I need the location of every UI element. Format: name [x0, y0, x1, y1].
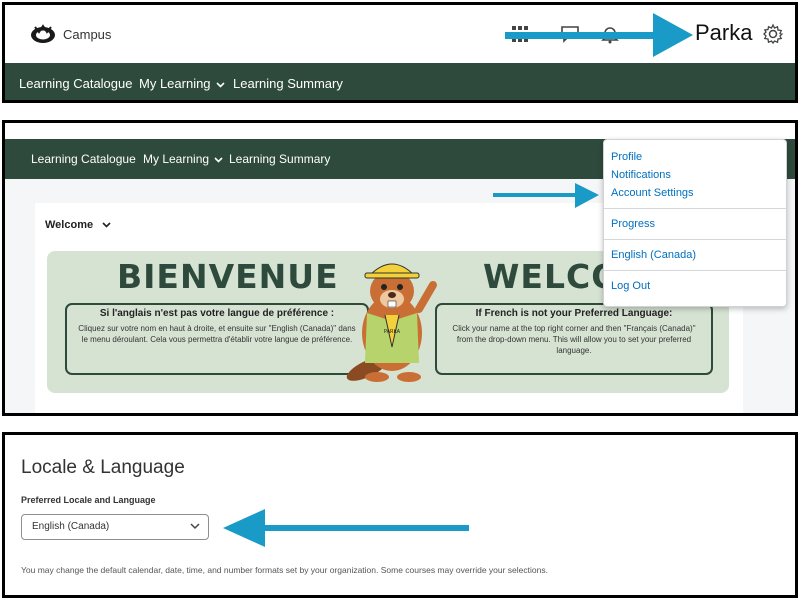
nav-my-learning-label: My Learning — [143, 152, 210, 166]
beaver-mascot-icon: PARKA — [346, 263, 437, 382]
french-message-box: Si l'anglais n'est pas votre langue de p… — [65, 303, 369, 375]
nav-learning-catalogue[interactable]: Learning Catalogue — [31, 152, 136, 166]
user-dropdown-menu: Profile Notifications Account Settings P… — [603, 139, 787, 307]
menu-item-account-settings[interactable]: Account Settings — [611, 187, 694, 199]
menu-divider — [604, 270, 786, 271]
menu-divider — [604, 239, 786, 240]
chevron-down-icon — [215, 81, 225, 88]
nav-learning-summary[interactable]: Learning Summary — [233, 76, 343, 91]
panel-user-menu: Learning Catalogue My Learning Learning … — [2, 120, 798, 416]
gear-icon[interactable] — [762, 23, 784, 45]
nav-my-learning[interactable]: My Learning — [143, 152, 223, 166]
nav-my-learning-label: My Learning — [139, 76, 211, 91]
user-name-button[interactable]: Parka — [695, 20, 752, 46]
pointer-arrow-icon — [493, 183, 599, 208]
english-message-body: Click your name at the top right corner … — [452, 324, 696, 355]
main-nav-bar: Learning Catalogue My Learning Learning … — [5, 63, 795, 100]
locale-field-label: Preferred Locale and Language — [21, 495, 156, 505]
welcome-selector-label: Welcome — [45, 219, 94, 231]
french-message-heading: Si l'anglais n'est pas votre langue de p… — [99, 308, 335, 319]
chevron-down-icon — [190, 523, 200, 530]
banner-title-en: WELCO — [483, 257, 621, 296]
french-message-body: Cliquez sur votre nom en haut à droite, … — [78, 324, 356, 344]
pointer-arrow-icon — [505, 13, 693, 57]
menu-item-progress[interactable]: Progress — [611, 218, 655, 230]
menu-divider — [604, 208, 786, 209]
english-message-box: If French is not your Preferred Language… — [435, 303, 713, 375]
chevron-down-icon — [214, 157, 223, 163]
nav-learning-catalogue[interactable]: Learning Catalogue — [19, 76, 132, 91]
banner-title-fr: BIENVENUE — [117, 257, 339, 296]
campus-logo-icon[interactable] — [29, 23, 57, 45]
header-bar: Campus Parka — [5, 5, 795, 61]
page-title: Locale & Language — [21, 457, 185, 478]
english-message-heading: If French is not your Preferred Language… — [475, 308, 673, 319]
nav-learning-summary[interactable]: Learning Summary — [229, 152, 330, 166]
nav-my-learning[interactable]: My Learning — [139, 76, 225, 91]
locale-help-text: You may change the default calendar, dat… — [21, 565, 548, 575]
menu-item-notifications[interactable]: Notifications — [611, 169, 671, 181]
menu-item-language[interactable]: English (Canada) — [611, 249, 696, 261]
brand-name[interactable]: Campus — [63, 27, 111, 42]
panel-locale-settings: Locale & Language Preferred Locale and L… — [2, 432, 798, 598]
header-strip — [5, 123, 795, 139]
welcome-selector[interactable]: Welcome — [45, 219, 111, 231]
chevron-down-icon — [102, 222, 111, 228]
panel-top-navigation: Campus Parka Learning Catalogue My Learn… — [2, 2, 798, 103]
locale-select-value: English (Canada) — [32, 521, 110, 532]
pointer-arrow-icon — [223, 509, 469, 547]
locale-language-select[interactable]: English (Canada) — [21, 514, 209, 540]
menu-item-profile[interactable]: Profile — [611, 151, 642, 163]
menu-item-logout[interactable]: Log Out — [611, 280, 650, 292]
mascot-badge: PARKA — [384, 329, 401, 335]
